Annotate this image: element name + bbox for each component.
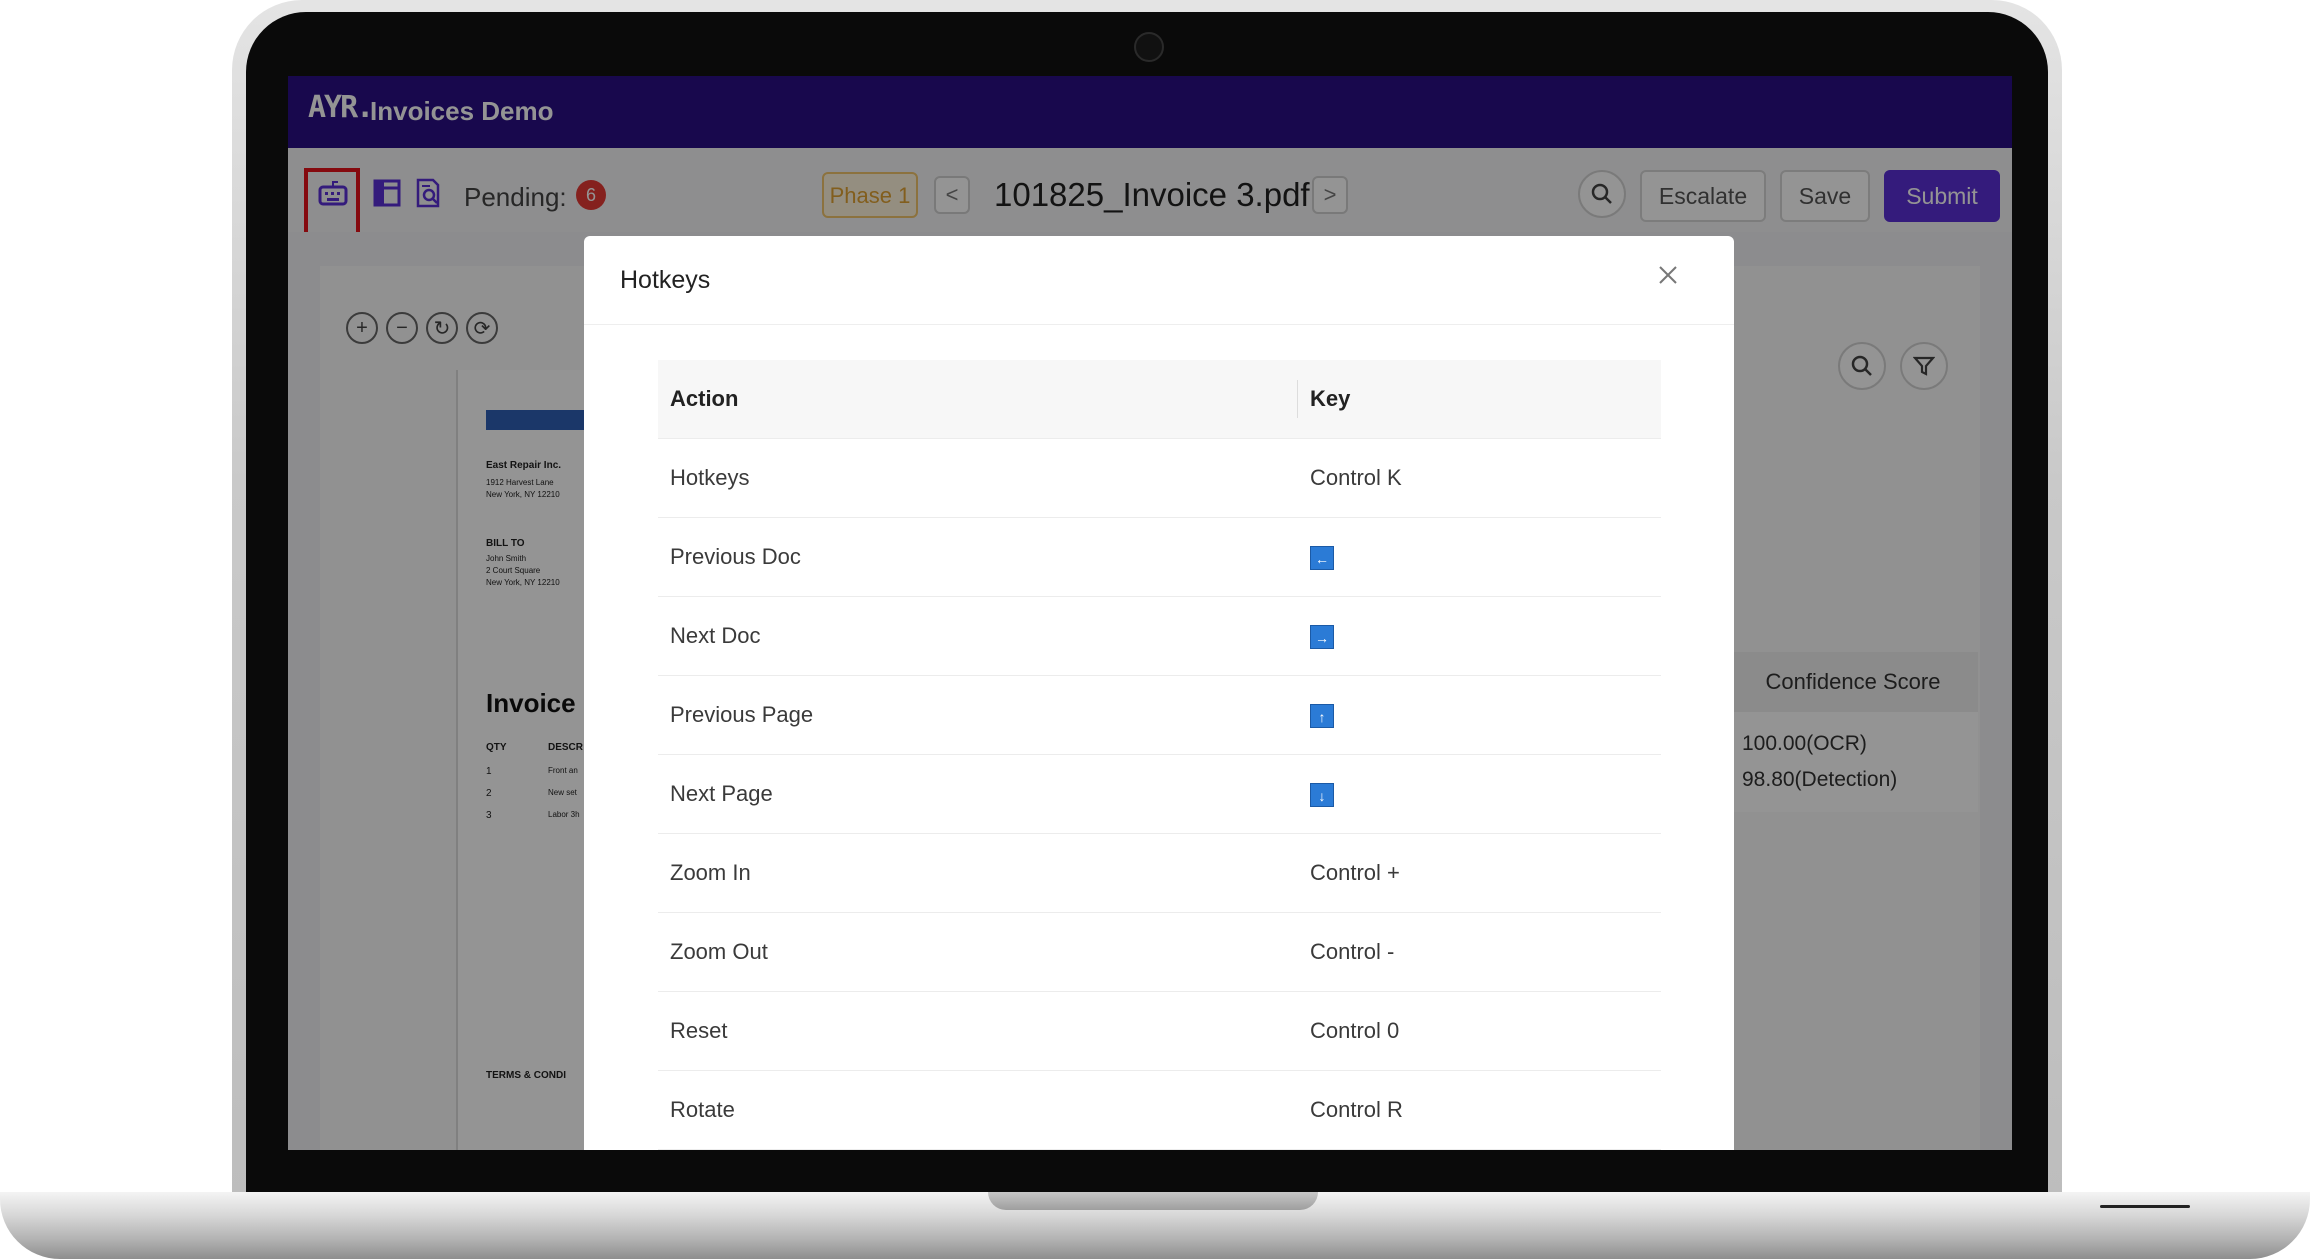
table-header-row: Action Key <box>658 360 1661 439</box>
laptop-indicator <box>2100 1205 2190 1208</box>
hotkey-action: Next Page <box>670 781 773 806</box>
modal-header: Hotkeys <box>584 236 1734 325</box>
hotkey-key: Control - <box>1310 939 1395 964</box>
hotkey-key: Control K <box>1310 465 1402 490</box>
hotkey-action: Zoom Out <box>670 939 768 964</box>
column-header-action: Action <box>670 386 739 411</box>
table-row: Rotate Control R <box>658 1071 1661 1150</box>
close-icon[interactable] <box>1656 260 1680 292</box>
modal-title: Hotkeys <box>620 266 711 294</box>
hotkey-key: ↓ <box>1310 755 1334 833</box>
hotkey-action: Previous Page <box>670 702 814 727</box>
table-row: Hotkeys Control K <box>658 439 1661 518</box>
laptop-notch <box>988 1192 1318 1210</box>
table-row: Previous Doc ← <box>658 518 1661 597</box>
table-row: Next Doc → <box>658 597 1661 676</box>
column-divider <box>1297 380 1298 418</box>
hotkeys-table: Action Key Hotkeys Control K Previous Do… <box>658 360 1661 1150</box>
table-row: Zoom In Control + <box>658 834 1661 913</box>
table-row: Next Page ↓ <box>658 755 1661 834</box>
arrow-right-key-icon: → <box>1310 625 1334 650</box>
arrow-down-key-icon: ↓ <box>1310 783 1334 808</box>
hotkey-action: Rotate <box>670 1097 735 1122</box>
hotkey-key: ↑ <box>1310 676 1334 754</box>
hotkey-action: Previous Doc <box>670 544 801 569</box>
hotkey-key: Control 0 <box>1310 1018 1400 1043</box>
column-header-key: Key <box>1310 386 1351 411</box>
hotkey-key: → <box>1310 597 1334 675</box>
table-row: Zoom Out Control - <box>658 913 1661 992</box>
table-row: Reset Control 0 <box>658 992 1661 1071</box>
table-row: Previous Page ↑ <box>658 676 1661 755</box>
camera <box>1134 32 1164 62</box>
hotkey-action: Next Doc <box>670 623 761 648</box>
screen: AYR. Invoices Demo Pending: 6 Phase 1 < … <box>288 76 2012 1150</box>
arrow-left-key-icon: ← <box>1310 546 1334 571</box>
hotkey-key: Control R <box>1310 1097 1403 1122</box>
hotkey-action: Zoom In <box>670 860 751 885</box>
hotkey-key: ← <box>1310 518 1334 596</box>
hotkey-action: Hotkeys <box>670 465 750 490</box>
hotkey-key: Control + <box>1310 860 1400 885</box>
hotkeys-modal: Hotkeys Action Key Hotkeys Control K Pre… <box>584 236 1734 1150</box>
arrow-up-key-icon: ↑ <box>1310 704 1334 729</box>
hotkey-action: Reset <box>670 1018 728 1043</box>
